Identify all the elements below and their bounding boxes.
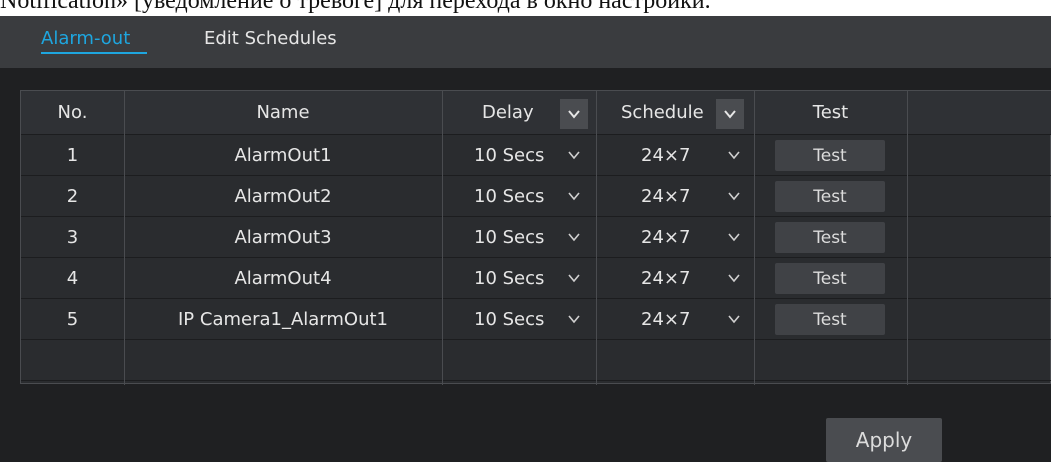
- chevron-down-icon: [568, 274, 580, 283]
- schedule-header-dropdown[interactable]: [716, 99, 744, 129]
- chevron-down-icon: [568, 192, 580, 201]
- delay-select[interactable]: 10 Secs: [442, 176, 596, 216]
- alarm-out-panel: Alarm-out Edit Schedules No. Name Delay …: [0, 16, 1051, 462]
- delay-value: 10 Secs: [474, 267, 545, 289]
- chevron-down-icon: [728, 192, 740, 201]
- chevron-down-icon: [724, 110, 736, 119]
- tab-alarm-out[interactable]: Alarm-out: [41, 28, 130, 49]
- chevron-down-icon: [728, 315, 740, 324]
- active-tab-underline: [41, 52, 147, 54]
- schedule-select[interactable]: 24×7: [596, 299, 754, 339]
- test-button[interactable]: Test: [775, 140, 885, 171]
- schedule-select[interactable]: 24×7: [596, 217, 754, 257]
- test-button[interactable]: Test: [775, 222, 885, 253]
- chevron-down-icon: [568, 233, 580, 242]
- test-cell: Test: [754, 258, 907, 298]
- test-cell: Test: [754, 299, 907, 339]
- chevron-down-icon: [568, 151, 580, 160]
- column-divider: [907, 91, 908, 385]
- page-caption: Notification» [уведомление о тревоге] дл…: [0, 0, 711, 14]
- column-header-test: Test: [812, 102, 849, 123]
- row-name: AlarmOut3: [234, 226, 332, 248]
- chevron-down-icon: [728, 233, 740, 242]
- tab-bar: Alarm-out Edit Schedules: [0, 16, 1051, 68]
- test-button[interactable]: Test: [775, 181, 885, 212]
- row-number: 4: [66, 267, 79, 289]
- row-number: 5: [66, 308, 79, 330]
- tab-edit-schedules[interactable]: Edit Schedules: [204, 28, 337, 49]
- schedule-value: 24×7: [641, 185, 691, 207]
- row-name: AlarmOut4: [234, 267, 332, 289]
- schedule-value: 24×7: [641, 308, 691, 330]
- column-header-name: Name: [256, 102, 310, 123]
- schedule-value: 24×7: [641, 144, 691, 166]
- delay-select[interactable]: 10 Secs: [442, 135, 596, 175]
- column-header-schedule: Schedule: [596, 91, 754, 134]
- column-header-schedule-label: Schedule: [621, 102, 704, 123]
- delay-header-dropdown[interactable]: [560, 99, 588, 129]
- table-row-empty: [21, 340, 1051, 381]
- apply-button[interactable]: Apply: [826, 418, 942, 462]
- column-header-delay: Delay: [442, 91, 596, 134]
- delay-value: 10 Secs: [474, 226, 545, 248]
- row-number: 1: [66, 144, 79, 166]
- chevron-down-icon: [568, 110, 580, 119]
- test-cell: Test: [754, 176, 907, 216]
- delay-select[interactable]: 10 Secs: [442, 258, 596, 298]
- column-divider: [754, 91, 755, 385]
- delay-select[interactable]: 10 Secs: [442, 217, 596, 257]
- chevron-down-icon: [568, 315, 580, 324]
- delay-value: 10 Secs: [474, 308, 545, 330]
- table-row: 2 AlarmOut2 10 Secs 24×7 Test: [21, 176, 1051, 217]
- schedule-value: 24×7: [641, 267, 691, 289]
- schedule-select[interactable]: 24×7: [596, 135, 754, 175]
- schedule-value: 24×7: [641, 226, 691, 248]
- table-row: 3 AlarmOut3 10 Secs 24×7 Test: [21, 217, 1051, 258]
- delay-value: 10 Secs: [474, 144, 545, 166]
- column-header-delay-label: Delay: [482, 102, 534, 123]
- delay-select[interactable]: 10 Secs: [442, 299, 596, 339]
- test-cell: Test: [754, 135, 907, 175]
- alarm-out-table: No. Name Delay Schedule Test 1 AlarmOut1…: [20, 90, 1051, 385]
- row-number: 3: [66, 226, 79, 248]
- test-button[interactable]: Test: [775, 304, 885, 335]
- column-divider: [442, 91, 443, 385]
- chevron-down-icon: [728, 151, 740, 160]
- table-row: 1 AlarmOut1 10 Secs 24×7 Test: [21, 135, 1051, 176]
- table-row: 4 AlarmOut4 10 Secs 24×7 Test: [21, 258, 1051, 299]
- column-divider: [124, 91, 125, 385]
- row-name: IP Camera1_AlarmOut1: [177, 308, 389, 330]
- table-header: No. Name Delay Schedule Test: [21, 91, 1051, 135]
- schedule-select[interactable]: 24×7: [596, 176, 754, 216]
- row-name: AlarmOut1: [234, 144, 332, 166]
- table-row: 5 IP Camera1_AlarmOut1 10 Secs 24×7 Test: [21, 299, 1051, 340]
- schedule-select[interactable]: 24×7: [596, 258, 754, 298]
- delay-value: 10 Secs: [474, 185, 545, 207]
- row-number: 2: [66, 185, 79, 207]
- column-header-no: No.: [57, 102, 88, 123]
- row-name: AlarmOut2: [234, 185, 332, 207]
- test-button[interactable]: Test: [775, 263, 885, 294]
- test-cell: Test: [754, 217, 907, 257]
- column-divider: [596, 91, 597, 385]
- chevron-down-icon: [728, 274, 740, 283]
